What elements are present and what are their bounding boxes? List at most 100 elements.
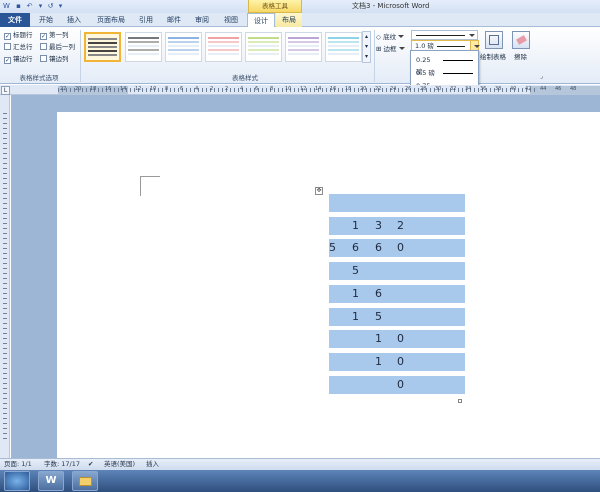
vertical-ruler-ticks bbox=[3, 113, 7, 443]
line-style-select[interactable] bbox=[411, 30, 478, 40]
ruler-mark: 22 bbox=[375, 86, 382, 92]
group-divider bbox=[80, 30, 81, 82]
draw-table-button[interactable]: 绘制表格 bbox=[480, 51, 506, 61]
thumbnail-row-line bbox=[328, 37, 359, 39]
ruler-mark: 46 bbox=[555, 86, 562, 92]
table-row[interactable]: 1 3 2 bbox=[329, 217, 465, 235]
thumbnail-row-line bbox=[128, 41, 159, 43]
table-style-thumbnail[interactable] bbox=[245, 32, 282, 62]
ruler-mark: 32 bbox=[450, 86, 457, 92]
table-row[interactable]: 5 6 6 0 bbox=[329, 239, 465, 257]
table-style-thumbnail[interactable] bbox=[125, 32, 162, 62]
tab-mailings[interactable]: 邮件 bbox=[162, 13, 186, 27]
ruler-mark: 26 bbox=[405, 86, 412, 92]
save-icon[interactable]: ▪ bbox=[14, 2, 23, 11]
explorer-taskbar-icon[interactable] bbox=[72, 471, 98, 491]
status-insert-mode[interactable]: 插入 bbox=[146, 459, 159, 470]
thumbnail-row-line bbox=[248, 45, 279, 47]
eraser-icon[interactable] bbox=[512, 31, 530, 49]
ruler-mark: 2 bbox=[225, 86, 229, 92]
table-style-thumbnail[interactable] bbox=[165, 32, 202, 62]
checkmark-icon: ✓ bbox=[4, 57, 11, 64]
dropdown-arrow-icon bbox=[398, 47, 405, 50]
status-language[interactable]: 英语(美国) bbox=[104, 459, 135, 470]
ruler-mark: 34 bbox=[465, 86, 472, 92]
undo-icon[interactable]: ↶ bbox=[25, 2, 34, 11]
tab-file[interactable]: 文件 bbox=[0, 13, 30, 27]
table-cell-value: 1 bbox=[352, 310, 359, 323]
table-style-thumbnail[interactable] bbox=[84, 32, 121, 62]
line-weight-value: 1.0 磅 bbox=[415, 42, 434, 50]
shading-button[interactable]: ◇ 底纹 bbox=[376, 31, 405, 41]
tab-page-layout[interactable]: 页面布局 bbox=[92, 13, 130, 27]
draw-table-icon[interactable] bbox=[485, 31, 503, 49]
table-tools-context-label: 表格工具 bbox=[248, 0, 302, 13]
checkbox-empty-icon bbox=[40, 43, 47, 50]
table-resize-handle[interactable] bbox=[458, 399, 462, 403]
undo-dropdown-icon[interactable]: ▾ bbox=[36, 2, 45, 11]
checkbox-empty-icon bbox=[4, 43, 11, 50]
ruler-mark: 16 bbox=[105, 86, 112, 92]
tab-review[interactable]: 审阅 bbox=[190, 13, 214, 27]
tab-insert[interactable]: 插入 bbox=[62, 13, 86, 27]
start-button-icon[interactable] bbox=[4, 471, 30, 491]
vertical-ruler[interactable] bbox=[0, 95, 10, 458]
tab-table-layout[interactable]: 布局 bbox=[276, 13, 302, 27]
ruler-mark: 14 bbox=[315, 86, 322, 92]
line-weight-option[interactable]: 0.25 磅 bbox=[413, 54, 478, 76]
table-row[interactable]: 0 bbox=[329, 376, 465, 394]
tab-selector-button[interactable]: L bbox=[1, 86, 10, 95]
ruler-mark: 36 bbox=[480, 86, 487, 92]
table-cell-value: 5 bbox=[375, 310, 382, 323]
table-row[interactable]: 15 bbox=[329, 308, 465, 326]
first-column-checkbox[interactable]: ✓ 第一列 bbox=[40, 31, 69, 40]
header-row-checkbox[interactable]: ✓ 标题行 bbox=[4, 31, 33, 40]
table-cell-value: 6 bbox=[375, 241, 382, 254]
last-column-checkbox[interactable]: 最后一列 bbox=[40, 43, 75, 52]
tab-home[interactable]: 开始 bbox=[34, 13, 58, 27]
tab-references[interactable]: 引用 bbox=[134, 13, 158, 27]
borders-button[interactable]: ⊞ 边框 bbox=[376, 43, 405, 53]
table-row[interactable]: 10 bbox=[329, 353, 465, 371]
table-cell-value: 1 bbox=[375, 355, 382, 368]
table-cell-value: 3 bbox=[375, 219, 382, 232]
thumbnail-row-line bbox=[128, 37, 159, 39]
ruler-mark: 16 bbox=[330, 86, 337, 92]
table-row[interactable]: 10 bbox=[329, 330, 465, 348]
redo-icon[interactable]: ↺ bbox=[46, 2, 55, 11]
last-column-label: 最后一列 bbox=[49, 43, 75, 51]
borders-dialog-launcher-icon[interactable]: ⌟ bbox=[540, 73, 543, 80]
horizontal-ruler[interactable]: 22 20 18 16 14 12 10 8 6 4 2 2 4 6 8 10 12 14 16 18 20 22 24 26… bbox=[0, 85, 600, 95]
gallery-scroll-down-icon: ▾ bbox=[364, 43, 368, 50]
tab-design[interactable]: 设计 bbox=[247, 13, 275, 28]
table-cell-value: 6 bbox=[352, 241, 359, 254]
table-move-handle-icon[interactable]: ✥ bbox=[315, 187, 323, 195]
gallery-more-button[interactable]: ▴ ▾ ▾ bbox=[362, 31, 371, 63]
thumbnail-row-line bbox=[288, 37, 319, 39]
table-cell-value: 5 bbox=[329, 241, 336, 254]
checkbox-empty-icon bbox=[40, 55, 47, 62]
table-row[interactable] bbox=[329, 194, 465, 212]
banded-rows-checkbox[interactable]: ✓ 镶边行 bbox=[4, 55, 33, 64]
table-style-thumbnail[interactable] bbox=[205, 32, 242, 62]
borders-grid-icon: ⊞ bbox=[376, 45, 382, 53]
line-weight-option[interactable]: 0.5 磅 bbox=[413, 67, 478, 79]
table-row[interactable]: 5 bbox=[329, 262, 465, 280]
word-app-icon[interactable]: W bbox=[2, 2, 11, 11]
table-style-thumbnail[interactable] bbox=[325, 32, 362, 62]
total-row-checkbox[interactable]: 汇总行 bbox=[4, 43, 33, 52]
table-cell-value: 1 bbox=[352, 287, 359, 300]
table-row[interactable]: 16 bbox=[329, 285, 465, 303]
eraser-button[interactable]: 擦除 bbox=[514, 51, 527, 61]
status-word-count[interactable]: 字数: 17/17 bbox=[44, 459, 80, 470]
word-taskbar-icon[interactable]: W bbox=[38, 471, 64, 491]
customize-qat-icon[interactable]: ▾ bbox=[56, 2, 65, 11]
proofing-icon[interactable]: ✔ bbox=[88, 459, 93, 470]
shading-label: 底纹 bbox=[383, 33, 397, 41]
tab-view[interactable]: 视图 bbox=[218, 13, 244, 27]
table-style-thumbnail[interactable] bbox=[285, 32, 322, 62]
style-options-group-label: 表格样式选项 bbox=[19, 74, 59, 82]
banded-columns-checkbox[interactable]: 镶边列 bbox=[40, 55, 69, 64]
status-page-count[interactable]: 页面: 1/1 bbox=[4, 459, 32, 470]
table-cell-value: 5 bbox=[352, 264, 359, 277]
